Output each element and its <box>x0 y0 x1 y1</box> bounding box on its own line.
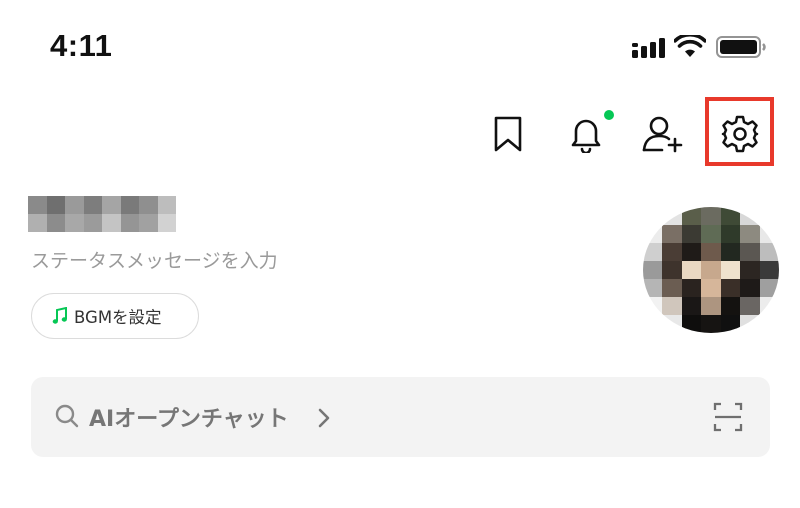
add-friend-icon <box>642 116 683 153</box>
set-bgm-label: BGMを設定 <box>74 308 162 327</box>
set-bgm-button[interactable]: BGMを設定 <box>31 293 199 339</box>
cellular-signal-icon <box>632 38 665 58</box>
status-time: 4:11 <box>50 28 113 63</box>
bookmark-button[interactable] <box>478 104 538 164</box>
avatar[interactable] <box>643 207 779 333</box>
wifi-icon <box>674 35 706 57</box>
bookmark-icon <box>494 116 522 152</box>
status-bar: 4:11 <box>0 0 800 90</box>
status-message-placeholder[interactable]: ステータスメッセージを入力 <box>31 246 278 273</box>
settings-icon <box>721 115 759 153</box>
scan-icon[interactable] <box>713 402 743 432</box>
profile-name-redacted <box>28 196 176 232</box>
bell-icon <box>571 119 601 153</box>
chevron-right-icon <box>318 408 330 428</box>
settings-button[interactable] <box>710 104 770 164</box>
search-icon <box>55 404 79 428</box>
profile-screen: 4:11 ステータスメッセージを入力 BGMを設定 AIオープンチャット <box>0 0 800 508</box>
battery-icon <box>716 36 766 58</box>
search-label: AIオープンチャット <box>89 407 289 432</box>
add-friend-button[interactable] <box>634 104 694 164</box>
status-icons <box>630 34 770 62</box>
notification-dot <box>604 110 614 120</box>
music-note-icon <box>52 307 67 324</box>
ai-openchat-search-bar[interactable]: AIオープンチャット <box>31 377 770 457</box>
